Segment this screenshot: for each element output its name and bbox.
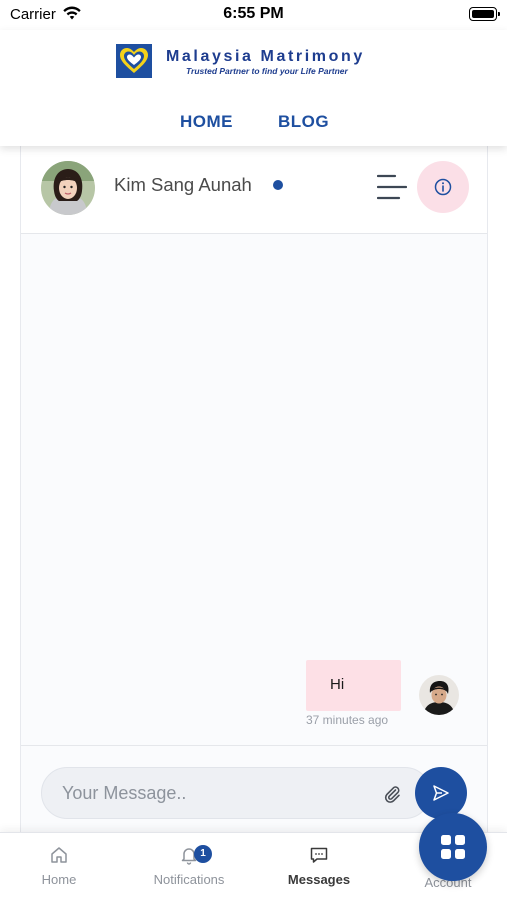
bottom-nav-messages[interactable]: Messages xyxy=(264,833,374,900)
composer-divider xyxy=(21,745,487,746)
contact-avatar[interactable] xyxy=(41,161,95,215)
message-timestamp: 37 minutes ago xyxy=(306,713,389,727)
bottom-nav-messages-label: Messages xyxy=(287,872,351,887)
nav-blog-link[interactable]: BLOG xyxy=(278,112,329,132)
chat-icon xyxy=(310,847,328,863)
home-icon xyxy=(51,847,67,863)
clock: 6:55 PM xyxy=(223,5,284,22)
online-status-dot xyxy=(273,180,283,190)
bottom-nav-notifications[interactable]: 1 Notifications xyxy=(134,833,244,900)
message-input[interactable] xyxy=(62,780,362,806)
bottom-nav-notifications-label: Notifications xyxy=(153,872,225,887)
notification-count-badge: 1 xyxy=(194,845,212,863)
bottom-nav-home[interactable]: Home xyxy=(4,833,114,900)
account-menu-fab[interactable] xyxy=(419,813,487,881)
send-button[interactable] xyxy=(415,767,467,819)
send-icon xyxy=(433,785,449,801)
paperclip-icon[interactable] xyxy=(382,784,402,804)
brand-name: Malaysia Matrimony xyxy=(166,48,365,65)
chat-panel: Kim Sang Aunah Hi 37 minutes ago xyxy=(20,140,488,840)
contact-name: Kim Sang Aunah xyxy=(114,174,252,195)
brand-tagline: Trusted Partner to find your Life Partne… xyxy=(186,66,348,76)
status-bar: Carrier 6:55 PM xyxy=(0,0,507,30)
logo-heart-icon xyxy=(116,44,152,78)
message-composer xyxy=(41,767,431,819)
grid-icon xyxy=(441,835,465,859)
bottom-nav-home-label: Home xyxy=(41,872,77,887)
nav-home-link[interactable]: HOME xyxy=(180,112,233,132)
info-icon xyxy=(434,178,452,196)
info-button[interactable] xyxy=(417,161,469,213)
chat-header: Kim Sang Aunah xyxy=(21,140,487,234)
battery-icon xyxy=(469,7,500,21)
user-avatar xyxy=(419,675,459,715)
message-bubble[interactable]: Hi xyxy=(306,660,401,711)
app-header: Malaysia Matrimony Trusted Partner to fi… xyxy=(0,30,507,146)
message-text: Hi xyxy=(330,676,345,693)
menu-lines-icon[interactable] xyxy=(377,173,407,201)
